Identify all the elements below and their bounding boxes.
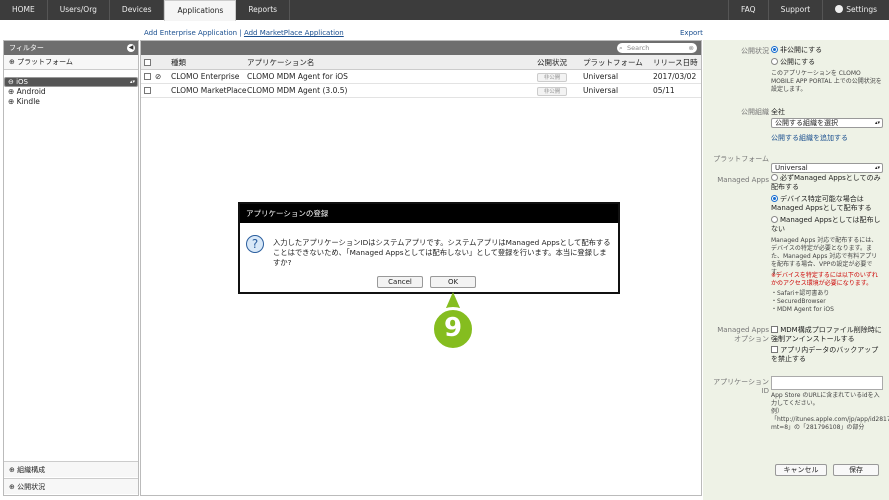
tab-reports[interactable]: Reports (236, 0, 291, 20)
tab-users-org[interactable]: Users/Org (48, 0, 110, 20)
row-checkbox[interactable] (144, 73, 151, 80)
form-cancel-button[interactable]: キャンセル (775, 464, 827, 476)
org-select[interactable]: 公開する組織を選択 (771, 118, 883, 128)
table-row[interactable]: ⊘ CLOMO Enterprise CLOMO MDM Agent for i… (141, 70, 701, 84)
row-checkbox[interactable] (144, 87, 151, 94)
top-nav: HOME Users/Org Devices Applications Repo… (0, 0, 889, 21)
table-row[interactable]: CLOMO MarketPlace CLOMO MDM Agent (3.0.5… (141, 84, 701, 98)
sidebar: フィルター◀ ⊕ プラットフォーム ⊖ iOS ⊕ Android ⊕ Kind… (3, 40, 139, 496)
tab-home[interactable]: HOME (0, 0, 48, 20)
tab-applications[interactable]: Applications (164, 0, 237, 21)
radio-public[interactable]: 公開にする (771, 57, 883, 67)
publish-section[interactable]: ⊕ 公開状況 (4, 478, 138, 494)
add-marketplace-link[interactable]: Add MarketPlace Application (244, 29, 344, 37)
platform-section[interactable]: ⊕ プラットフォーム (4, 55, 138, 70)
radio-managed-only[interactable]: 必ずManaged Appsとしてのみ配布する (771, 174, 883, 192)
dialog-cancel-button[interactable]: Cancel (377, 276, 423, 288)
tab-devices[interactable]: Devices (110, 0, 165, 20)
confirm-dialog: アプリケーションの登録 ? 入力したアプリケーションIDはシステムアプリです。シ… (238, 202, 620, 294)
appid-input[interactable] (771, 376, 883, 390)
dialog-ok-button[interactable]: OK (430, 276, 476, 288)
radio-managed-none[interactable]: Managed Appsとしては配布しない (771, 216, 883, 234)
collapse-icon[interactable]: ◀ (127, 44, 135, 52)
add-links: Add Enterprise Application | Add MarketP… (144, 29, 344, 37)
disabled-icon: ⊘ (155, 72, 162, 81)
platform-select[interactable]: Universal (771, 163, 883, 173)
add-org-link[interactable]: 公開する組織を追加する (771, 133, 883, 143)
search-input[interactable]: ⌕ Search ⊗ (617, 43, 697, 53)
step-badge: 9 (431, 307, 475, 351)
radio-managed-if-possible[interactable]: デバイス特定可能な場合はManaged Appsとして配布する (771, 195, 883, 213)
app-form: 公開状況 非公開にする 公開にする このアプリケーションを CLOMO MOBI… (703, 40, 889, 500)
dialog-title: アプリケーションの登録 (240, 204, 618, 223)
sidebar-item-kindle[interactable]: ⊕ Kindle (4, 97, 138, 107)
faq-link[interactable]: FAQ (728, 0, 768, 20)
force-uninstall-checkbox[interactable]: MDM構成プロファイル削除時に強制アンインストールする (771, 326, 883, 344)
filter-header: フィルター ◀ (4, 41, 138, 55)
select-all-checkbox[interactable] (144, 59, 151, 66)
step-pointer (446, 292, 460, 308)
question-icon: ? (246, 235, 264, 253)
sidebar-item-ios[interactable]: ⊖ iOS (4, 77, 138, 87)
status-badge: 非公開 (537, 73, 567, 82)
form-save-button[interactable]: 保存 (833, 464, 879, 476)
disable-backup-checkbox[interactable]: アプリ内データのバックアップを禁止する (771, 346, 883, 364)
export-link[interactable]: Export (680, 29, 703, 37)
sidebar-item-android[interactable]: ⊕ Android (4, 87, 138, 97)
clear-icon: ⊗ (688, 44, 694, 52)
dialog-message: 入力したアプリケーションIDはシステムアプリです。システムアプリはManaged… (273, 238, 611, 267)
table-header: 種類 アプリケーション名 公開状況 プラットフォーム リリース日時 (141, 55, 701, 70)
org-section[interactable]: ⊕ 組織構成 (4, 461, 138, 477)
search-icon: ⌕ (619, 44, 623, 52)
settings-link[interactable]: Settings (822, 0, 889, 20)
support-link[interactable]: Support (767, 0, 823, 20)
status-badge: 非公開 (537, 87, 567, 96)
gear-icon (835, 5, 844, 13)
radio-private[interactable]: 非公開にする (771, 45, 883, 55)
add-enterprise-link[interactable]: Add Enterprise Application (144, 29, 237, 37)
